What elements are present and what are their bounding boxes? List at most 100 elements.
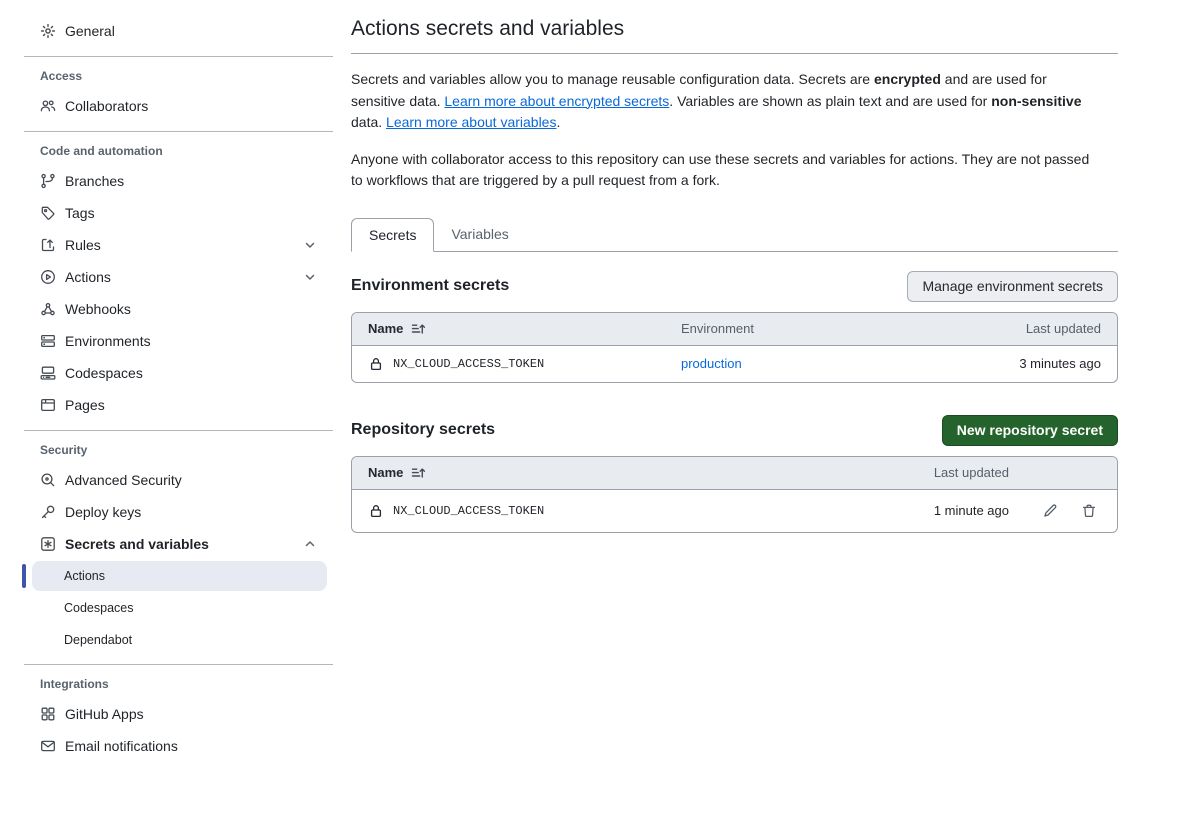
sidebar-item-github-apps[interactable]: GitHub Apps — [0, 698, 335, 730]
sidebar-item-label: Collaborators — [65, 98, 148, 114]
gear-icon — [40, 23, 56, 39]
sidebar-subitem-codespaces[interactable]: Codespaces — [32, 593, 327, 623]
webhook-icon — [40, 301, 56, 317]
secret-name: NX_CLOUD_ACCESS_TOKEN — [368, 356, 681, 372]
environment-secrets-table-header: Name Environment Last updated — [352, 313, 1117, 346]
intro-paragraph-2: Anyone with collaborator access to this … — [351, 149, 1093, 192]
environment-link[interactable]: production — [681, 356, 742, 371]
sidebar-item-label: General — [65, 23, 115, 39]
tag-icon — [40, 205, 56, 221]
sidebar-subitem-label: Dependabot — [64, 633, 132, 647]
tab-secrets[interactable]: Secrets — [351, 218, 434, 252]
codespaces-icon — [40, 365, 56, 381]
people-icon — [40, 98, 56, 114]
git-branch-icon — [40, 173, 56, 189]
chevron-down-icon — [302, 237, 318, 253]
sidebar-divider — [24, 131, 333, 132]
new-repository-secret-button[interactable]: New repository secret — [942, 415, 1118, 446]
chevron-up-icon — [302, 536, 318, 552]
sidebar-subitem-actions[interactable]: Actions — [32, 561, 327, 591]
codescan-icon — [40, 472, 56, 488]
edit-secret-button[interactable] — [1042, 503, 1058, 519]
sidebar-item-collaborators[interactable]: Collaborators — [0, 90, 335, 122]
sidebar-section-label: Security — [0, 440, 335, 464]
apps-icon — [40, 706, 56, 722]
sidebar-item-codespaces[interactable]: Codespaces — [0, 357, 335, 389]
sidebar-item-environments[interactable]: Environments — [0, 325, 335, 357]
table-row: NX_CLOUD_ACCESS_TOKEN 1 minute ago — [352, 490, 1117, 532]
column-header-name[interactable]: Name — [368, 321, 681, 337]
key-icon — [40, 504, 56, 520]
learn-more-link[interactable]: Learn more about encrypted secrets — [444, 93, 669, 109]
sidebar-item-email-notifications[interactable]: Email notifications — [0, 730, 335, 762]
sidebar-item-label: Deploy keys — [65, 504, 141, 520]
lock-icon — [368, 503, 384, 519]
last-updated-value: 1 minute ago — [934, 503, 1009, 518]
column-header-environment: Environment — [681, 321, 754, 336]
repository-secrets-table-header: Name Last updated — [352, 457, 1117, 490]
column-header-last-updated: Last updated — [934, 465, 1009, 480]
sidebar-item-label: Codespaces — [65, 365, 143, 381]
sidebar-item-label: Actions — [65, 269, 111, 285]
sidebar-section-label: Integrations — [0, 674, 335, 698]
sidebar-item-branches[interactable]: Branches — [0, 165, 335, 197]
trash-icon — [1081, 503, 1097, 519]
environment-secrets-table: Name Environment Last updated NX_C — [351, 312, 1118, 383]
sidebar-subitem-label: Actions — [64, 569, 105, 583]
secret-name: NX_CLOUD_ACCESS_TOKEN — [368, 503, 544, 519]
key-asterisk-icon — [40, 536, 56, 552]
last-updated-value: 3 minutes ago — [1019, 356, 1101, 371]
sidebar-item-label: Advanced Security — [65, 472, 182, 488]
sidebar-item-tags[interactable]: Tags — [0, 197, 335, 229]
sidebar-item-secrets-and-variables[interactable]: Secrets and variables — [0, 528, 335, 560]
repository-secrets-header: Repository secrets New repository secret — [351, 415, 1118, 446]
sidebar-section-label: Access — [0, 66, 335, 90]
sidebar-item-pages[interactable]: Pages — [0, 389, 335, 421]
environment-secrets-heading: Environment secrets — [351, 277, 509, 295]
column-header-last-updated: Last updated — [1026, 321, 1101, 336]
intro-paragraph-1: Secrets and variables allow you to manag… — [351, 69, 1093, 134]
sidebar-divider — [24, 56, 333, 57]
repository-secrets-heading: Repository secrets — [351, 421, 495, 439]
delete-secret-button[interactable] — [1081, 503, 1097, 519]
sidebar-item-label: Secrets and variables — [65, 536, 209, 552]
column-header-name[interactable]: Name — [368, 465, 426, 481]
page-title: Actions secrets and variables — [351, 0, 1118, 54]
sidebar-item-label: GitHub Apps — [65, 706, 144, 722]
lock-icon — [368, 356, 384, 372]
settings-sidebar: General Access Collaborators Code and au… — [0, 0, 335, 762]
play-icon — [40, 269, 56, 285]
learn-more-link[interactable]: Learn more about variables — [386, 114, 556, 130]
environment-secrets-header: Environment secrets Manage environment s… — [351, 271, 1118, 302]
sidebar-item-label: Environments — [65, 333, 151, 349]
tab-variables[interactable]: Variables — [434, 218, 525, 251]
sidebar-divider — [24, 430, 333, 431]
sidebar-item-advanced-security[interactable]: Advanced Security — [0, 464, 335, 496]
sidebar-subitem-dependabot[interactable]: Dependabot — [32, 625, 327, 655]
sidebar-item-general[interactable]: General — [0, 15, 335, 47]
rules-icon — [40, 237, 56, 253]
sidebar-item-label: Tags — [65, 205, 95, 221]
sort-ascending-icon — [410, 321, 426, 337]
chevron-down-icon — [302, 269, 318, 285]
manage-environment-secrets-button[interactable]: Manage environment secrets — [907, 271, 1118, 302]
mail-icon — [40, 738, 56, 754]
sort-ascending-icon — [410, 465, 426, 481]
pencil-icon — [1042, 503, 1058, 519]
table-row: NX_CLOUD_ACCESS_TOKEN production 3 minut… — [352, 346, 1117, 382]
sidebar-item-actions[interactable]: Actions — [0, 261, 335, 293]
row-actions — [1009, 503, 1101, 519]
sidebar-item-deploy-keys[interactable]: Deploy keys — [0, 496, 335, 528]
sidebar-divider — [24, 664, 333, 665]
sidebar-item-label: Rules — [65, 237, 101, 253]
secrets-variables-tabnav: Secrets Variables — [351, 218, 1118, 252]
sidebar-item-webhooks[interactable]: Webhooks — [0, 293, 335, 325]
sidebar-section-label: Code and automation — [0, 141, 335, 165]
sidebar-item-rules[interactable]: Rules — [0, 229, 335, 261]
sidebar-subitem-label: Codespaces — [64, 601, 134, 615]
repository-secrets-table: Name Last updated NX_CLOUD_ACCESS_TOKEN … — [351, 456, 1118, 533]
main-content: Actions secrets and variables Secrets an… — [351, 0, 1118, 533]
browser-icon — [40, 397, 56, 413]
server-icon — [40, 333, 56, 349]
sidebar-item-label: Branches — [65, 173, 124, 189]
